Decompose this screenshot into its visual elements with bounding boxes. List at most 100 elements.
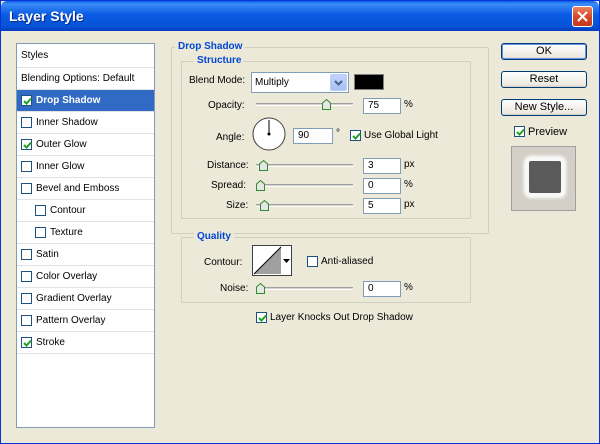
style-item-outer-glow[interactable]: Outer Glow xyxy=(17,134,154,156)
window-title: Layer Style xyxy=(9,8,84,24)
opacity-input[interactable]: 75 xyxy=(363,98,401,114)
style-item-inner-glow[interactable]: Inner Glow xyxy=(17,156,154,178)
style-item-label: Pattern Overlay xyxy=(36,315,106,326)
checkmark-icon xyxy=(516,128,525,136)
anti-aliased-checkbox[interactable] xyxy=(307,256,318,267)
style-item-drop-shadow[interactable]: Drop Shadow xyxy=(17,90,154,112)
preview-label[interactable]: Preview xyxy=(528,126,567,138)
angle-input[interactable]: 90 xyxy=(293,128,333,144)
quality-title: Quality xyxy=(194,231,234,242)
blend-mode-value: Multiply xyxy=(255,77,289,88)
style-item-label: Stroke xyxy=(36,337,65,348)
slider-thumb-icon xyxy=(258,159,268,171)
style-item-texture[interactable]: Texture xyxy=(17,222,154,244)
size-input[interactable]: 5 xyxy=(363,198,401,214)
style-item-stroke[interactable]: Stroke xyxy=(17,332,154,354)
style-checkbox[interactable] xyxy=(21,183,32,194)
style-item-bevel-and-emboss[interactable]: Bevel and Emboss xyxy=(17,178,154,200)
style-checkbox[interactable] xyxy=(21,271,32,282)
style-checkbox[interactable] xyxy=(21,117,32,128)
noise-label: Noise: xyxy=(220,283,249,294)
knocks-out-checkbox[interactable] xyxy=(256,312,267,323)
noise-input[interactable]: 0 xyxy=(363,281,401,297)
opacity-slider-thumb[interactable] xyxy=(322,98,331,110)
spread-input[interactable]: 0 xyxy=(363,178,401,194)
shadow-color-swatch[interactable] xyxy=(354,74,384,90)
style-item-label: Inner Shadow xyxy=(36,117,98,128)
style-item-contour[interactable]: Contour xyxy=(17,200,154,222)
style-checkbox[interactable] xyxy=(35,227,46,238)
style-checkbox[interactable] xyxy=(21,337,32,348)
style-checkbox[interactable] xyxy=(21,95,32,106)
styles-list: Styles Blending Options: Default Drop Sh… xyxy=(16,43,155,428)
style-item-inner-shadow[interactable]: Inner Shadow xyxy=(17,112,154,134)
reset-button[interactable]: Reset xyxy=(501,71,587,88)
spread-unit: % xyxy=(404,179,413,190)
blend-mode-select[interactable]: Multiply xyxy=(251,72,349,93)
new-style-button[interactable]: New Style... xyxy=(501,99,587,116)
style-item-label: Gradient Overlay xyxy=(36,293,112,304)
checkmark-icon xyxy=(352,132,361,140)
contour-label: Contour: xyxy=(204,257,243,268)
style-item-pattern-overlay[interactable]: Pattern Overlay xyxy=(17,310,154,332)
noise-slider-thumb[interactable] xyxy=(256,282,265,294)
style-checkbox[interactable] xyxy=(21,315,32,326)
use-global-light-label[interactable]: Use Global Light xyxy=(364,130,438,141)
use-global-light-checkbox[interactable] xyxy=(350,130,361,141)
distance-label: Distance: xyxy=(207,160,249,171)
distance-unit: px xyxy=(404,159,415,170)
checkmark-icon xyxy=(258,314,267,322)
size-slider[interactable] xyxy=(256,204,353,207)
checkmark-icon xyxy=(23,97,32,105)
checkmark-icon xyxy=(23,141,32,149)
contour-curve-icon xyxy=(253,246,282,275)
contour-picker[interactable] xyxy=(252,245,292,276)
chevron-down-icon[interactable] xyxy=(282,246,291,275)
slider-thumb-icon xyxy=(256,282,265,294)
style-checkbox[interactable] xyxy=(35,205,46,216)
angle-dial[interactable] xyxy=(252,117,286,151)
slider-thumb-icon xyxy=(260,199,270,211)
blending-options-item[interactable]: Blending Options: Default xyxy=(17,68,154,90)
drop-shadow-title: Drop Shadow xyxy=(175,41,246,52)
noise-slider[interactable] xyxy=(256,287,353,290)
close-button[interactable] xyxy=(572,6,593,27)
styles-header[interactable]: Styles xyxy=(17,44,154,68)
spread-slider[interactable] xyxy=(256,184,353,187)
anti-aliased-label[interactable]: Anti-aliased xyxy=(321,256,373,267)
opacity-unit: % xyxy=(404,99,413,110)
style-item-color-overlay[interactable]: Color Overlay xyxy=(17,266,154,288)
chevron-down-icon[interactable] xyxy=(330,74,347,91)
blend-mode-label: Blend Mode: xyxy=(189,75,246,86)
slider-thumb-icon xyxy=(256,179,265,191)
preview-swatch xyxy=(526,158,564,196)
style-checkbox[interactable] xyxy=(21,161,32,172)
style-item-label: Outer Glow xyxy=(36,139,87,150)
angle-label: Angle: xyxy=(216,132,245,143)
close-icon xyxy=(577,11,588,22)
ok-button[interactable]: OK xyxy=(501,43,587,60)
distance-slider[interactable] xyxy=(256,164,353,167)
knocks-out-label[interactable]: Layer Knocks Out Drop Shadow xyxy=(270,312,413,323)
title-bar[interactable]: Layer Style xyxy=(1,1,599,31)
style-item-label: Inner Glow xyxy=(36,161,85,172)
style-checkbox[interactable] xyxy=(21,293,32,304)
opacity-slider[interactable] xyxy=(256,103,353,106)
size-slider-thumb[interactable] xyxy=(260,199,270,211)
noise-unit: % xyxy=(404,282,413,293)
layer-style-dialog: Layer Style Styles Blending Options: Def… xyxy=(0,0,600,444)
distance-input[interactable]: 3 xyxy=(363,158,401,174)
preview-checkbox[interactable] xyxy=(514,126,525,137)
style-item-gradient-overlay[interactable]: Gradient Overlay xyxy=(17,288,154,310)
style-checkbox[interactable] xyxy=(21,249,32,260)
style-item-label: Bevel and Emboss xyxy=(36,183,120,194)
style-item-satin[interactable]: Satin xyxy=(17,244,154,266)
distance-slider-thumb[interactable] xyxy=(258,159,268,171)
size-label: Size: xyxy=(226,200,249,211)
style-item-label: Color Overlay xyxy=(36,271,98,282)
preview-thumbnail xyxy=(511,146,576,211)
style-checkbox[interactable] xyxy=(21,139,32,150)
checkmark-icon xyxy=(23,339,32,347)
slider-thumb-icon xyxy=(322,98,331,110)
spread-slider-thumb[interactable] xyxy=(256,179,265,191)
